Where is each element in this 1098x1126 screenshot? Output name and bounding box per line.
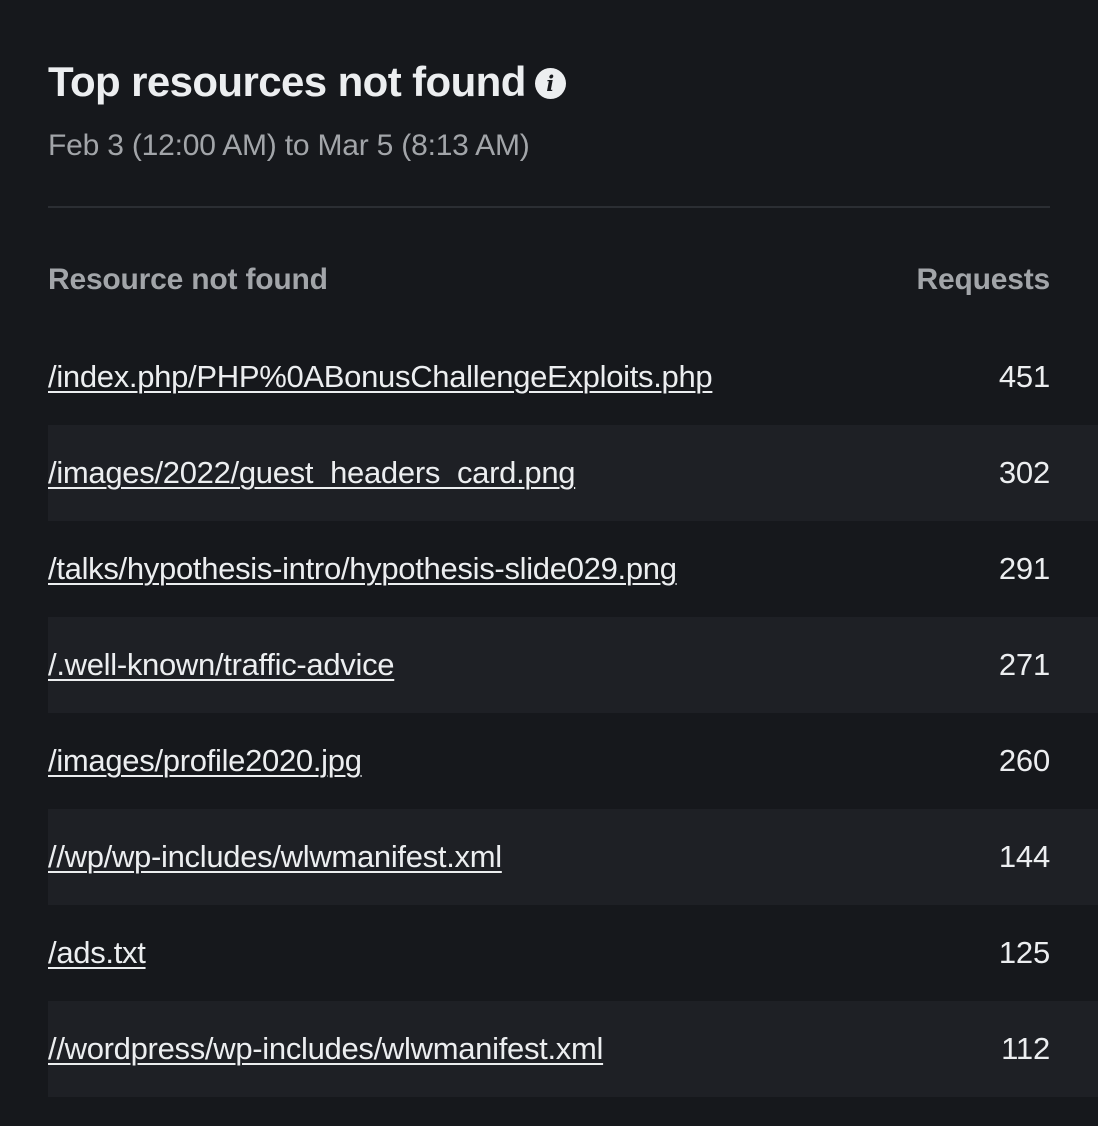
panel-header: Top resources not found i Feb 3 (12:00 A… xyxy=(48,54,1050,166)
resource-link[interactable]: /index.php/PHP%0ABonusChallengeExploits.… xyxy=(48,359,713,395)
info-icon[interactable]: i xyxy=(534,67,566,99)
header-divider xyxy=(48,206,1050,208)
table-body: /index.php/PHP%0ABonusChallengeExploits.… xyxy=(48,329,1098,1097)
title-row: Top resources not found i xyxy=(48,54,1050,110)
table-row: /ads.txt 125 xyxy=(48,905,1098,1001)
table-row: //wp/wp-includes/wlwmanifest.xml 144 xyxy=(48,809,1098,905)
table-header: Resource not found Requests xyxy=(48,258,1050,302)
top-resources-not-found-panel: Top resources not found i Feb 3 (12:00 A… xyxy=(0,0,1098,1126)
resource-link[interactable]: /talks/hypothesis-intro/hypothesis-slide… xyxy=(48,551,677,587)
resource-link[interactable]: /.well-known/traffic-advice xyxy=(48,647,395,683)
resource-link[interactable]: /ads.txt xyxy=(48,935,146,971)
request-count: 112 xyxy=(1001,1031,1050,1066)
column-header-resource: Resource not found xyxy=(48,263,328,296)
request-count: 260 xyxy=(998,743,1050,778)
table-row: /index.php/PHP%0ABonusChallengeExploits.… xyxy=(48,329,1098,425)
resource-link[interactable]: //wp/wp-includes/wlwmanifest.xml xyxy=(48,839,502,875)
table-row: /images/profile2020.jpg 260 xyxy=(48,713,1098,809)
panel-title: Top resources not found xyxy=(48,58,526,105)
request-count: 125 xyxy=(998,935,1050,970)
request-count: 144 xyxy=(998,839,1050,874)
column-header-requests: Requests xyxy=(916,263,1051,296)
request-count: 291 xyxy=(998,551,1050,586)
date-range: Feb 3 (12:00 AM) to Mar 5 (8:13 AM) xyxy=(48,129,530,162)
resource-link[interactable]: /images/profile2020.jpg xyxy=(48,743,362,779)
request-count: 271 xyxy=(998,647,1050,682)
table-row: /talks/hypothesis-intro/hypothesis-slide… xyxy=(48,521,1098,617)
request-count: 451 xyxy=(998,359,1050,394)
request-count: 302 xyxy=(998,455,1050,490)
resource-link[interactable]: //wordpress/wp-includes/wlwmanifest.xml xyxy=(48,1031,603,1067)
table-row: //wordpress/wp-includes/wlwmanifest.xml … xyxy=(48,1001,1098,1097)
table-row: /.well-known/traffic-advice 271 xyxy=(48,617,1098,713)
table-row: /images/2022/guest_headers_card.png 302 xyxy=(48,425,1098,521)
resource-link[interactable]: /images/2022/guest_headers_card.png xyxy=(48,455,576,491)
